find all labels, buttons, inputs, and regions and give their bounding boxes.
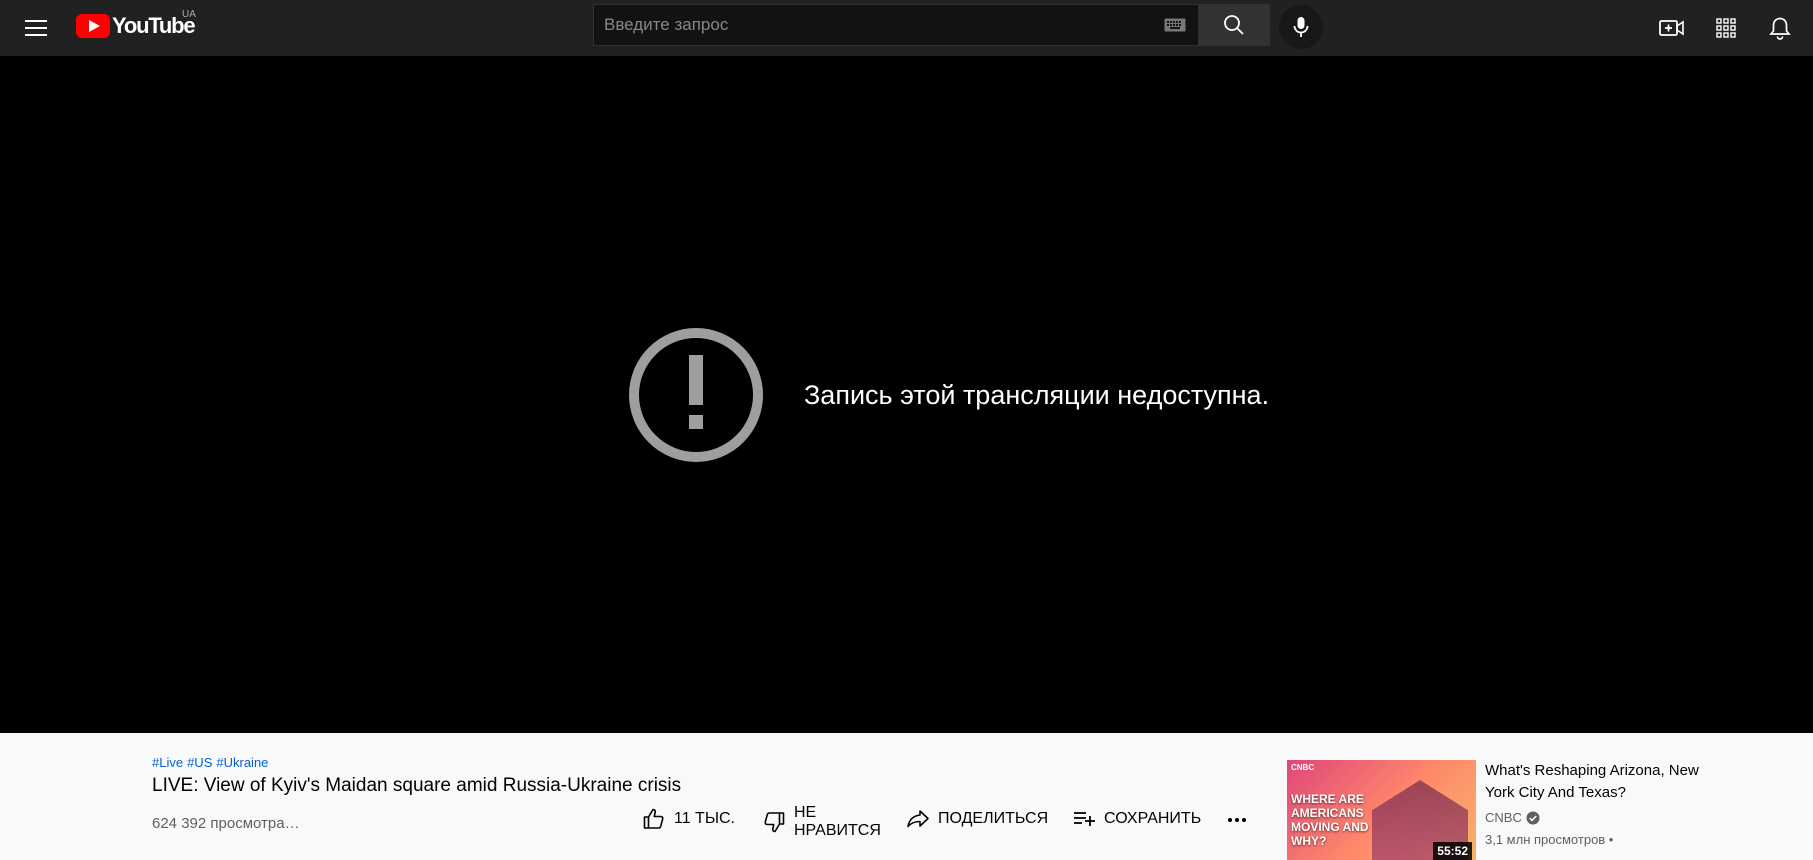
country-code: UA [182, 9, 196, 20]
view-count[interactable]: 624 392 просмотра… [152, 815, 300, 832]
search-button[interactable] [1199, 4, 1270, 46]
share-arrow-icon [907, 810, 929, 828]
suggested-video-thumbnail[interactable]: CNBC WHERE ARE AMERICANS MOVING AND WHY?… [1287, 760, 1476, 860]
like-count: 11 ТЫС. [674, 810, 735, 827]
suggested-video-title[interactable]: What's Reshaping Arizona, New York City … [1485, 760, 1715, 804]
like-button[interactable]: 11 ТЫС. [642, 807, 735, 831]
save-button[interactable]: СОХРАНИТЬ [1072, 807, 1201, 831]
hashtag-list: #Live #US #Ukraine [152, 755, 268, 770]
guide-menu-button[interactable] [20, 12, 52, 44]
suggested-video-meta: 3,1 млн просмотров • [1485, 832, 1614, 847]
video-add-icon [1659, 20, 1684, 36]
thumbs-down-icon [764, 812, 785, 833]
thumbnail-caption: WHERE ARE AMERICANS MOVING AND WHY? [1291, 792, 1369, 848]
dislike-label: НЕ НРАВИТСЯ [794, 804, 881, 840]
apps-button[interactable] [1710, 12, 1742, 44]
search-icon [1224, 15, 1244, 35]
hashtag-link[interactable]: #Ukraine [216, 755, 268, 770]
notifications-button[interactable] [1764, 12, 1796, 44]
bell-icon [1769, 17, 1791, 40]
video-title: LIVE: View of Kyiv's Maidan square amid … [152, 775, 682, 796]
microphone-icon [1293, 17, 1309, 37]
youtube-play-logo-icon [76, 14, 110, 38]
exclamation-circle-icon [629, 328, 763, 462]
keyboard-icon[interactable] [1164, 18, 1186, 32]
youtube-logo[interactable]: YouTube [76, 14, 196, 38]
hamburger-icon [25, 20, 47, 36]
thumbnail-brand: CNBC [1291, 763, 1315, 772]
more-horizontal-icon [1228, 818, 1246, 822]
save-label: СОХРАНИТЬ [1104, 810, 1202, 827]
video-info-section: #Live #US #Ukraine LIVE: View of Kyiv's … [0, 733, 1813, 860]
voice-search-button[interactable] [1279, 5, 1323, 49]
video-duration-badge: 55:52 [1433, 842, 1472, 860]
search-box [593, 4, 1199, 46]
player-error-message: Запись этой трансляции недоступна. [804, 380, 1270, 410]
search-form [593, 4, 1270, 46]
channel-name: CNBC [1485, 810, 1522, 825]
share-button[interactable]: ПОДЕЛИТЬСЯ [906, 807, 1048, 831]
create-video-button[interactable] [1656, 12, 1688, 44]
dislike-button[interactable]: НЕ НРАВИТСЯ [762, 804, 881, 840]
dislike-label-line2: НРАВИТСЯ [794, 822, 881, 839]
dislike-label-line1: НЕ [794, 804, 817, 821]
video-player[interactable]: Запись этой трансляции недоступна. [0, 56, 1813, 733]
suggested-video-channel[interactable]: CNBC [1485, 810, 1540, 825]
share-label: ПОДЕЛИТЬСЯ [938, 810, 1049, 827]
search-input[interactable] [602, 14, 1142, 36]
more-actions-button[interactable] [1225, 807, 1257, 831]
hashtag-link[interactable]: #Live [152, 755, 183, 770]
thumbs-up-icon [643, 808, 664, 829]
apps-grid-icon [1716, 18, 1736, 38]
masthead: YouTube UA [0, 0, 1813, 56]
verified-check-icon [1526, 811, 1540, 824]
hashtag-link[interactable]: #US [187, 755, 212, 770]
playlist-add-icon [1074, 812, 1095, 826]
